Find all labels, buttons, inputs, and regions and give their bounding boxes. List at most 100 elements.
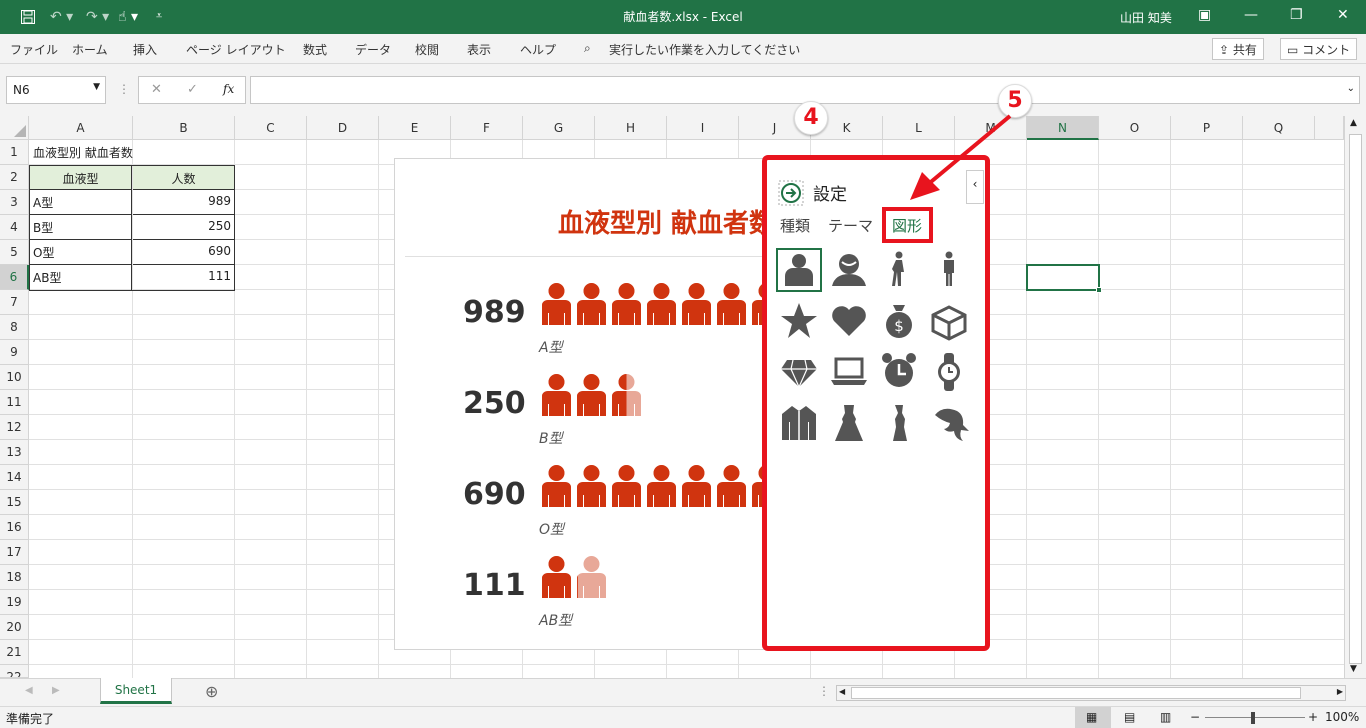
tab-formulas[interactable]: 数式 [303, 41, 327, 58]
cell-count[interactable]: 250 [133, 215, 234, 240]
row-header[interactable]: 3 [0, 190, 29, 215]
row-header[interactable]: 4 [0, 215, 29, 240]
page-layout-view-icon[interactable]: ▤ [1124, 710, 1135, 724]
row-header-selected[interactable]: 6 [0, 265, 29, 290]
tab-view[interactable]: 表示 [467, 41, 491, 58]
cell-a1[interactable]: 血液型別 献血者数 [30, 140, 230, 165]
scroll-right-icon[interactable]: ▶ [1337, 687, 1343, 696]
row-header[interactable]: 8 [0, 315, 29, 340]
more-dots-icon: ⋮ [118, 82, 130, 96]
cell-count[interactable]: 690 [133, 240, 234, 265]
comments-button[interactable]: ▭ コメント [1280, 38, 1358, 60]
col-header[interactable]: D [307, 116, 379, 140]
row-header[interactable]: 14 [0, 465, 29, 490]
scroll-left-icon[interactable]: ◀ [839, 687, 845, 696]
zoom-slider-thumb[interactable] [1251, 712, 1255, 724]
expand-formula-icon[interactable]: ⌄ [1347, 83, 1355, 94]
search-icon[interactable]: ⌕ [584, 41, 591, 56]
col-header[interactable]: I [667, 116, 739, 140]
row-header[interactable]: 20 [0, 615, 29, 640]
zoom-in-icon[interactable]: + [1308, 710, 1318, 724]
tab-page-layout[interactable]: ページ レイアウト [186, 41, 286, 58]
row-header[interactable]: 7 [0, 290, 29, 315]
row-header[interactable]: 2 [0, 165, 29, 190]
tab-insert[interactable]: 挿入 [133, 41, 157, 58]
col-header[interactable]: H [595, 116, 667, 140]
row-header[interactable]: 22 [0, 665, 29, 678]
minimize-icon[interactable]: — [1244, 7, 1258, 23]
cell-type[interactable]: A型 [30, 190, 132, 215]
tell-me-input[interactable]: 実行したい作業を入力してください [609, 41, 800, 58]
header-count[interactable]: 人数 [133, 166, 234, 190]
tab-file[interactable]: ファイル [10, 41, 58, 58]
row-header[interactable]: 17 [0, 540, 29, 565]
sheet-tab-sheet1[interactable]: Sheet1 [100, 678, 172, 704]
horizontal-scrollbar[interactable]: ◀ ▶ [836, 685, 1346, 701]
normal-view-button[interactable]: ▦ [1075, 707, 1111, 728]
zoom-out-icon[interactable]: − [1190, 710, 1200, 724]
prev-sheet-icon[interactable]: ◀ [25, 685, 33, 696]
cell-type[interactable]: AB型 [30, 265, 132, 290]
splitter-dots-icon[interactable]: ⋮ [818, 684, 830, 698]
row-header[interactable]: 21 [0, 640, 29, 665]
row-header[interactable]: 9 [0, 340, 29, 365]
tab-review[interactable]: 校閲 [415, 41, 439, 58]
name-box[interactable]: N6 ▼ [6, 76, 106, 104]
close-icon[interactable]: ✕ [1337, 7, 1349, 23]
restore-icon[interactable]: ❐ [1290, 7, 1303, 23]
selected-cell-n6[interactable] [1026, 264, 1102, 293]
zoom-level[interactable]: 100% [1325, 710, 1359, 724]
row-header[interactable]: 10 [0, 365, 29, 390]
next-sheet-icon[interactable]: ▶ [52, 685, 60, 696]
row-header[interactable]: 5 [0, 240, 29, 265]
enter-icon[interactable]: ✓ [187, 82, 198, 97]
cell-count[interactable]: 989 [133, 190, 234, 215]
select-all-corner[interactable] [0, 116, 29, 140]
fill-handle[interactable] [1096, 287, 1102, 293]
zoom-slider[interactable] [1205, 717, 1305, 718]
scroll-up-icon[interactable]: ▲ [1350, 118, 1357, 128]
row-header[interactable]: 16 [0, 515, 29, 540]
add-sheet-icon[interactable]: ⊕ [205, 682, 218, 701]
page-break-view-icon[interactable]: ▥ [1160, 710, 1171, 724]
row-header[interactable]: 18 [0, 565, 29, 590]
cancel-icon[interactable]: ✕ [151, 82, 162, 97]
cell-type[interactable]: B型 [30, 215, 132, 240]
cell-type[interactable]: O型 [30, 240, 132, 265]
row-header[interactable]: 13 [0, 440, 29, 465]
person-icon [577, 465, 606, 507]
col-header-selected[interactable]: N [1027, 116, 1099, 140]
col-header[interactable]: C [235, 116, 307, 140]
col-header[interactable]: B [133, 116, 235, 140]
tab-home[interactable]: ホーム [72, 41, 108, 58]
row-header[interactable]: 19 [0, 590, 29, 615]
vertical-scrollbar[interactable]: ▲ ▼ [1344, 116, 1366, 678]
col-header[interactable]: E [379, 116, 451, 140]
scroll-down-icon[interactable]: ▼ [1350, 664, 1357, 674]
col-header[interactable]: O [1099, 116, 1171, 140]
col-header[interactable]: P [1171, 116, 1243, 140]
ribbon-display-icon[interactable]: ▣ [1198, 7, 1211, 23]
formula-input[interactable]: ⌄ [250, 76, 1360, 104]
insert-function-icon[interactable]: fx [223, 82, 234, 96]
col-header[interactable]: G [523, 116, 595, 140]
highlight-box [762, 155, 990, 651]
col-header[interactable]: A [29, 116, 133, 140]
row-header[interactable]: 15 [0, 490, 29, 515]
person-icon [542, 283, 571, 325]
tab-data[interactable]: データ [355, 41, 391, 58]
header-blood-type[interactable]: 血液型 [30, 166, 132, 190]
row-header[interactable]: 11 [0, 390, 29, 415]
row-header[interactable]: 12 [0, 415, 29, 440]
person-icon [612, 465, 641, 507]
user-name[interactable]: 山田 知美 [1120, 9, 1172, 26]
row-header[interactable]: 1 [0, 140, 29, 165]
col-header[interactable]: F [451, 116, 523, 140]
cell-count[interactable]: 111 [133, 265, 234, 290]
scroll-thumb[interactable] [1349, 134, 1362, 664]
col-header[interactable]: Q [1243, 116, 1315, 140]
share-button[interactable]: ⇪ 共有 [1212, 38, 1264, 60]
people-graph-chart[interactable]: 血液型別 献血者数 989 A型 250 B型 690 O型 111 AB型 [394, 158, 784, 650]
hscroll-thumb[interactable] [851, 687, 1301, 699]
tab-help[interactable]: ヘルプ [520, 41, 556, 58]
